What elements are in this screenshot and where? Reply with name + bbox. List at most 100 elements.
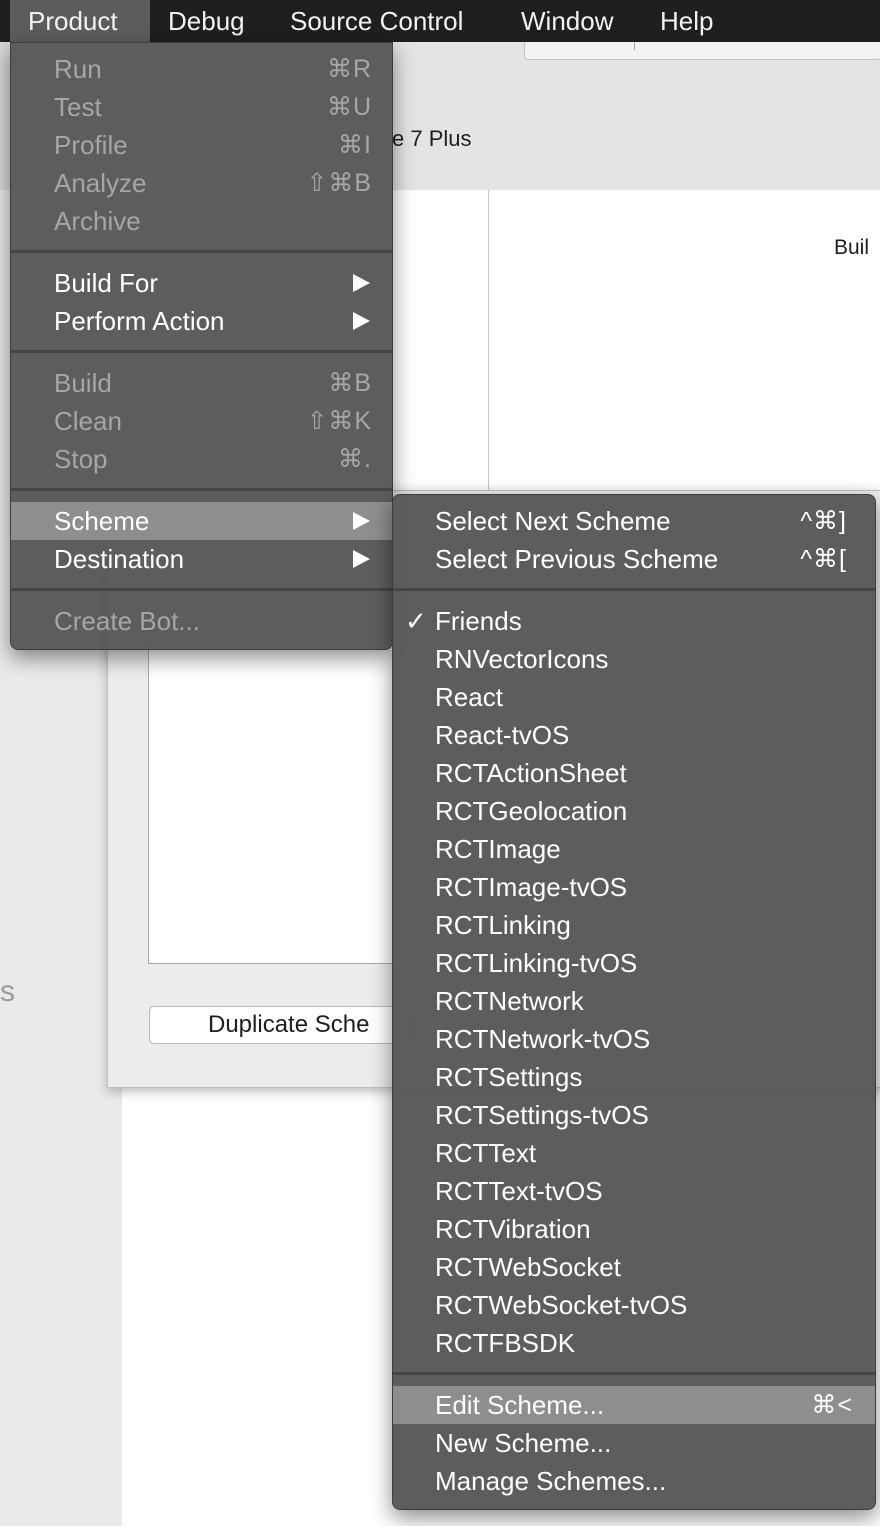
scheme-item-label: RCTFBSDK (435, 1327, 576, 1358)
shortcut-label: ⌘I (338, 131, 372, 159)
menubar-help[interactable]: Help (642, 0, 731, 42)
scheme-item-label: RCTVibration (435, 1213, 591, 1244)
menu-item-label: Stop (54, 443, 108, 474)
sidebar-text-fragment: s (0, 975, 15, 1008)
scheme-item[interactable]: ✓ Friends (393, 602, 875, 640)
menu-item-label: Perform Action (54, 305, 225, 336)
menu-item-create-bot[interactable]: Create Bot... (11, 602, 392, 640)
menu-item-label: Run (54, 53, 102, 84)
menu-item-edit-scheme[interactable]: Edit Scheme... ⌘< (393, 1386, 875, 1424)
scheme-item-label: RCTText-tvOS (435, 1175, 603, 1206)
menu-item-label: Archive (54, 205, 141, 236)
menu-item-stop[interactable]: Stop ⌘. (11, 440, 392, 478)
menubar-window[interactable]: Window (503, 0, 631, 42)
scheme-item[interactable]: RNVectorIcons (393, 640, 875, 678)
menu-item-profile[interactable]: Profile ⌘I (11, 126, 392, 164)
device-label[interactable]: e 7 Plus (392, 126, 472, 152)
menu-separator (393, 1372, 875, 1375)
menubar-debug[interactable]: Debug (150, 0, 263, 42)
menu-item-perform-action[interactable]: Perform Action (11, 302, 392, 340)
scheme-item[interactable]: RCTText-tvOS (393, 1172, 875, 1210)
scheme-item[interactable]: RCTNetwork (393, 982, 875, 1020)
menu-item-label: Analyze (54, 167, 147, 198)
scheme-item-label: RCTLinking-tvOS (435, 947, 638, 978)
scheme-item-label: RNVectorIcons (435, 643, 609, 674)
menu-item-label: Clean (54, 405, 122, 436)
scheme-item[interactable]: RCTWebSocket-tvOS (393, 1286, 875, 1324)
scheme-item-label: RCTNetwork-tvOS (435, 1023, 651, 1054)
menu-item-archive[interactable]: Archive (11, 202, 392, 240)
shortcut-label: ⌘< (811, 1391, 853, 1419)
shortcut-label: ⌘U (326, 93, 372, 121)
menu-item-build-for[interactable]: Build For (11, 264, 392, 302)
scheme-item-label: RCTImage-tvOS (435, 871, 628, 902)
scheme-item-label: RCTWebSocket (435, 1251, 621, 1282)
checkmark-icon: ✓ (405, 605, 427, 636)
menu-separator (11, 588, 392, 591)
scheme-item-label: React-tvOS (435, 719, 570, 750)
menubar-source-control[interactable]: Source Control (272, 0, 481, 42)
menu-item-label: New Scheme... (435, 1427, 612, 1458)
shortcut-label: ⌘. (338, 445, 372, 473)
schemes-table[interactable] (148, 640, 400, 964)
scheme-item[interactable]: RCTActionSheet (393, 754, 875, 792)
menu-item-new-scheme[interactable]: New Scheme... (393, 1424, 875, 1462)
menu-separator (11, 488, 392, 491)
scheme-item[interactable]: RCTGeolocation (393, 792, 875, 830)
menu-item-run[interactable]: Run ⌘R (11, 50, 392, 88)
editor-divider (488, 190, 489, 500)
scheme-item[interactable]: RCTLinking-tvOS (393, 944, 875, 982)
menu-separator (11, 250, 392, 253)
duplicate-scheme-button[interactable]: Duplicate Sche (149, 1006, 409, 1044)
scheme-item-label: React (435, 681, 503, 712)
menu-item-manage-schemes[interactable]: Manage Schemes... (393, 1462, 875, 1500)
scheme-item-label: RCTGeolocation (435, 795, 628, 826)
scheme-item[interactable]: RCTSettings (393, 1058, 875, 1096)
menu-item-label: Profile (54, 129, 128, 160)
scheme-item[interactable]: RCTText (393, 1134, 875, 1172)
scheme-item[interactable]: RCTWebSocket (393, 1248, 875, 1286)
menu-item-label: Create Bot... (54, 605, 200, 636)
submenu-arrow-icon (353, 312, 370, 330)
scheme-item-label: RCTLinking (435, 909, 571, 940)
shortcut-label: ⇧⌘B (306, 169, 372, 197)
menu-item-test[interactable]: Test ⌘U (11, 88, 392, 126)
menubar-product[interactable]: Product (10, 0, 150, 42)
menu-item-label: Select Next Scheme (435, 505, 671, 536)
shortcut-label: ^⌘] (800, 507, 847, 535)
scheme-item[interactable]: React (393, 678, 875, 716)
menu-separator (393, 588, 875, 591)
menu-item-destination[interactable]: Destination (11, 540, 392, 578)
menu-item-label: Test (54, 91, 102, 122)
product-menu: Run ⌘R Test ⌘U Profile ⌘I Analyze ⇧⌘B Ar… (10, 42, 393, 650)
menu-item-scheme[interactable]: Scheme (11, 502, 392, 540)
scheme-item[interactable]: RCTFBSDK (393, 1324, 875, 1362)
scheme-item[interactable]: RCTImage-tvOS (393, 868, 875, 906)
shortcut-label: ⌘B (328, 369, 372, 397)
shortcut-label: ^⌘[ (800, 545, 847, 573)
menu-item-analyze[interactable]: Analyze ⇧⌘B (11, 164, 392, 202)
scheme-item-label: RCTText (435, 1137, 537, 1168)
submenu-arrow-icon (353, 274, 370, 292)
menu-item-clean[interactable]: Clean ⇧⌘K (11, 402, 392, 440)
scheme-item[interactable]: RCTImage (393, 830, 875, 868)
build-label: Buil (834, 236, 870, 259)
menu-item-label: Edit Scheme... (435, 1389, 605, 1420)
shortcut-label: ⌘R (326, 55, 372, 83)
scheme-item[interactable]: RCTSettings-tvOS (393, 1096, 875, 1134)
shortcut-label: ⇧⌘K (306, 407, 372, 435)
menu-item-build[interactable]: Build ⌘B (11, 364, 392, 402)
menu-item-label: Scheme (54, 505, 150, 536)
scheme-item[interactable]: RCTLinking (393, 906, 875, 944)
scheme-item-label: RCTWebSocket-tvOS (435, 1289, 688, 1320)
menu-item-select-next-scheme[interactable]: Select Next Scheme ^⌘] (393, 502, 875, 540)
menu-item-label: Select Previous Scheme (435, 543, 719, 574)
scheme-item-label: RCTSettings-tvOS (435, 1099, 649, 1130)
scheme-submenu: Select Next Scheme ^⌘] Select Previous S… (392, 494, 876, 1510)
menu-item-select-previous-scheme[interactable]: Select Previous Scheme ^⌘[ (393, 540, 875, 578)
scheme-item[interactable]: React-tvOS (393, 716, 875, 754)
menu-item-label: Manage Schemes... (435, 1465, 667, 1496)
scheme-item[interactable]: RCTNetwork-tvOS (393, 1020, 875, 1058)
scheme-item[interactable]: RCTVibration (393, 1210, 875, 1248)
menu-item-label: Build For (54, 267, 159, 298)
